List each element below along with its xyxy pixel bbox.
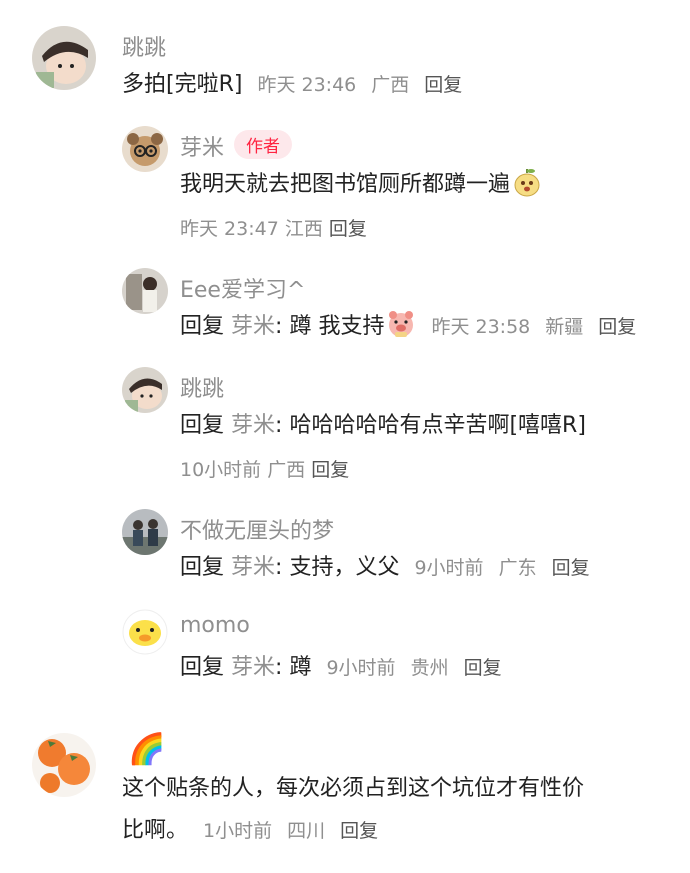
reply-text-line: 回复 芽米: 蹲 我支持 昨天 23:58 新疆 回复 xyxy=(180,304,636,356)
reply-button[interactable]: 回复 xyxy=(329,218,367,240)
reply-author: 芽米 作者 xyxy=(180,130,293,162)
mention-user[interactable]: 芽米 xyxy=(231,655,275,680)
reply-author[interactable]: 不做无厘头的梦 xyxy=(180,513,334,545)
reply-text: 蹲 xyxy=(289,655,312,680)
reply-location: 江西 xyxy=(284,218,323,240)
reply-button[interactable]: 回复 xyxy=(424,74,462,96)
reply-button[interactable]: 回复 xyxy=(340,820,378,842)
reply-colon: : xyxy=(275,555,283,580)
comment-location: 四川 xyxy=(287,820,326,842)
avatar[interactable] xyxy=(122,367,168,413)
reply-time: 9小时前 xyxy=(414,557,484,579)
reply-location: 广东 xyxy=(498,557,537,579)
comment-time: 1小时前 xyxy=(203,820,273,842)
reply-location: 广西 xyxy=(267,459,306,481)
mention-user[interactable]: 芽米 xyxy=(231,314,275,339)
comment-text-line-1: 这个贴条的人，每次必须占到这个坑位才有性价 xyxy=(122,776,585,801)
comment-text: 多拍[完啦R] xyxy=(122,72,243,97)
comment-text: 比啊。 xyxy=(122,818,189,843)
reply-author[interactable]: Eee爱学习^ xyxy=(180,272,305,304)
author-badge: 作者 xyxy=(234,130,293,159)
reply-location: 贵州 xyxy=(410,657,449,679)
reply-time: 9小时前 xyxy=(326,657,396,679)
avatar[interactable] xyxy=(122,268,168,314)
comment-location: 广西 xyxy=(371,74,410,96)
reply-colon: : xyxy=(275,413,283,438)
avatar[interactable] xyxy=(122,509,168,555)
reply-text: 蹲 我支持 xyxy=(289,314,385,339)
reply-text-line: 我明天就去把图书馆厕所都蹲一遍 xyxy=(180,162,542,214)
reply-text-line: 回复 芽米: 支持，义父 9小时前 广东 回复 xyxy=(180,545,590,591)
reply-button[interactable]: 回复 xyxy=(464,657,502,679)
reply-author[interactable]: 跳跳 xyxy=(180,371,224,403)
reply-prefix: 回复 xyxy=(180,655,225,680)
avatar[interactable] xyxy=(122,609,168,655)
reply-text: 我明天就去把图书馆厕所都蹲一遍 xyxy=(180,172,511,197)
avatar[interactable] xyxy=(32,733,96,797)
reply-time: 10小时前 xyxy=(180,459,262,481)
comment-author[interactable]: 跳跳 xyxy=(122,30,166,62)
reply-text: 哈哈哈哈哈有点辛苦啊[嘻嘻R] xyxy=(289,413,586,438)
reply-meta: 10小时前 广西 回复 xyxy=(180,455,349,482)
reply-button[interactable]: 回复 xyxy=(552,557,590,579)
reply-colon: : xyxy=(275,314,283,339)
reply-time: 昨天 23:58 xyxy=(431,316,531,338)
reply-author-name[interactable]: 芽米 xyxy=(180,136,224,161)
reply-prefix: 回复 xyxy=(180,413,225,438)
reply-location: 新疆 xyxy=(545,316,584,338)
comment-time: 昨天 23:46 xyxy=(257,74,357,96)
reply-button[interactable]: 回复 xyxy=(311,459,349,481)
avatar[interactable] xyxy=(122,126,168,172)
reply-prefix: 回复 xyxy=(180,314,225,339)
reply-meta: 昨天 23:47 江西 回复 xyxy=(180,214,367,241)
reply-time: 昨天 23:47 xyxy=(180,218,279,240)
mention-user[interactable]: 芽米 xyxy=(231,555,275,580)
reply-author[interactable]: momo xyxy=(180,613,250,638)
avatar[interactable] xyxy=(32,26,96,90)
mention-user[interactable]: 芽米 xyxy=(231,413,275,438)
pig-sticker-icon xyxy=(386,309,416,356)
pear-sticker-icon xyxy=(512,167,542,214)
reply-colon: : xyxy=(275,655,283,680)
comment-text-line-2: 比啊。 1小时前 四川 回复 xyxy=(122,808,378,854)
reply-text: 支持，义父 xyxy=(289,555,400,580)
reply-prefix: 回复 xyxy=(180,555,225,580)
comment-author[interactable]: 🌈 xyxy=(128,732,165,767)
reply-text-line: 回复 芽米: 蹲 9小时前 贵州 回复 xyxy=(180,645,502,691)
reply-text-line: 回复 芽米: 哈哈哈哈哈有点辛苦啊[嘻嘻R] xyxy=(180,403,586,449)
reply-button[interactable]: 回复 xyxy=(598,316,636,338)
comment-text-line: 多拍[完啦R] 昨天 23:46 广西 回复 xyxy=(122,62,462,108)
